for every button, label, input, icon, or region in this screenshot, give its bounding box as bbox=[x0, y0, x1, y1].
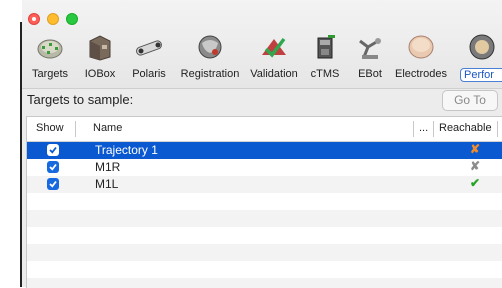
toolbar-item-ebot[interactable]: EBot bbox=[350, 28, 390, 84]
toolbar-item-targets[interactable]: Targets bbox=[26, 28, 74, 84]
column-header-reachable[interactable]: Reachable bbox=[439, 122, 492, 134]
toolbar-item-ctms[interactable]: cTMS bbox=[305, 28, 345, 84]
window-edge bbox=[0, 0, 22, 287]
toolbar-item-label: Perfor bbox=[460, 68, 502, 82]
empty-row bbox=[27, 261, 502, 278]
perform-icon bbox=[469, 34, 495, 60]
column-header-show[interactable]: Show bbox=[36, 122, 64, 134]
column-header-more[interactable]: ... bbox=[419, 122, 428, 134]
targets-icon bbox=[37, 39, 63, 59]
empty-row bbox=[27, 193, 502, 210]
toolbar-item-label: EBot bbox=[358, 68, 382, 80]
toolbar: Targets IOBox Polaris Registration Valid… bbox=[22, 0, 502, 89]
target-name: M1L bbox=[95, 177, 119, 191]
registration-icon bbox=[198, 35, 222, 59]
table-row[interactable]: M1R ✘ bbox=[27, 159, 502, 176]
toolbar-item-label: Electrodes bbox=[395, 68, 447, 80]
toolbar-item-perform[interactable]: Perfor bbox=[454, 28, 502, 84]
targets-to-sample-label: Targets to sample: bbox=[27, 92, 134, 107]
targets-table: Show Name ... Reachable Trajectory 1 ✘ M… bbox=[26, 116, 502, 288]
iobox-icon bbox=[89, 35, 111, 61]
toolbar-item-electrodes[interactable]: Electrodes bbox=[392, 28, 450, 84]
toolbar-item-label: Registration bbox=[180, 68, 240, 80]
reachable-status-icon: ✘ bbox=[469, 142, 481, 156]
table-row[interactable]: M1L ✔ bbox=[27, 176, 502, 193]
ctms-icon bbox=[317, 35, 335, 59]
validation-icon bbox=[262, 37, 286, 58]
ebot-icon bbox=[359, 38, 381, 59]
app-window: Targets IOBox Polaris Registration Valid… bbox=[22, 0, 502, 288]
table-header: Show Name ... Reachable bbox=[27, 117, 502, 142]
toolbar-item-label: IOBox bbox=[84, 68, 116, 80]
polaris-icon bbox=[136, 40, 162, 56]
table-row[interactable]: Trajectory 1 ✘ bbox=[27, 142, 502, 159]
empty-row bbox=[27, 227, 502, 244]
minimize-window-button[interactable] bbox=[47, 13, 59, 25]
reachable-status-icon: ✔ bbox=[469, 176, 481, 190]
toolbar-item-label: Targets bbox=[31, 68, 69, 80]
target-name: Trajectory 1 bbox=[95, 143, 158, 157]
goto-button[interactable]: Go To bbox=[442, 90, 498, 111]
close-window-button[interactable] bbox=[28, 13, 40, 25]
zoom-window-button[interactable] bbox=[66, 13, 78, 25]
toolbar-item-validation[interactable]: Validation bbox=[247, 28, 301, 84]
empty-row bbox=[27, 244, 502, 261]
show-checkbox[interactable] bbox=[47, 178, 59, 190]
toolbar-item-label: cTMS bbox=[310, 68, 340, 80]
toolbar-item-registration[interactable]: Registration bbox=[177, 28, 243, 84]
column-header-name[interactable]: Name bbox=[93, 122, 122, 134]
target-name: M1R bbox=[95, 160, 121, 174]
reachable-status-icon: ✘ bbox=[469, 159, 481, 173]
toolbar-item-iobox[interactable]: IOBox bbox=[79, 28, 121, 84]
toolbar-item-label: Polaris bbox=[132, 68, 166, 80]
show-checkbox[interactable] bbox=[47, 144, 59, 156]
empty-row bbox=[27, 210, 502, 227]
electrodes-icon bbox=[408, 35, 434, 59]
toolbar-item-label: Validation bbox=[250, 68, 298, 80]
show-checkbox[interactable] bbox=[47, 161, 59, 173]
toolbar-item-polaris[interactable]: Polaris bbox=[126, 28, 172, 84]
